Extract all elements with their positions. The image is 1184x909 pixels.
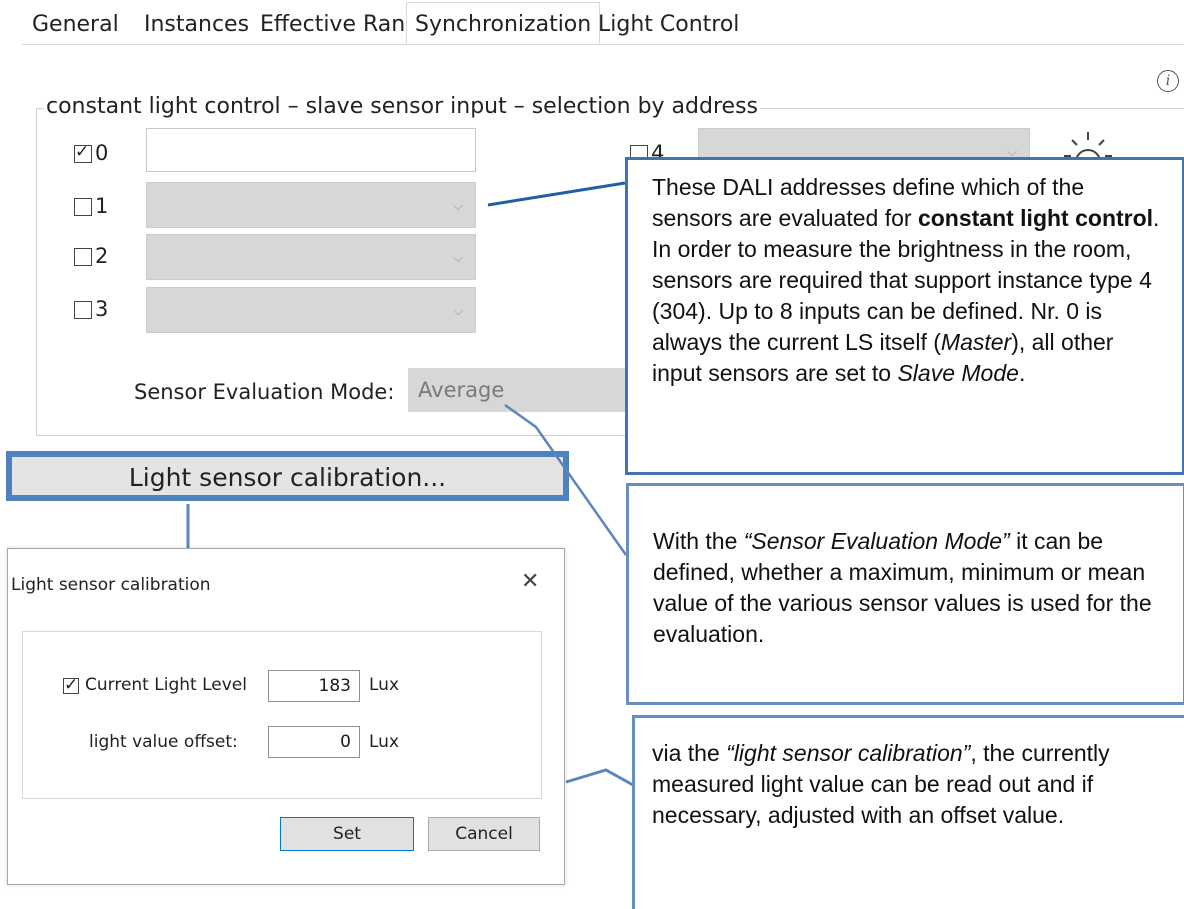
callout-dali-master: Master [940, 329, 1012, 355]
connector-dali [487, 181, 626, 207]
close-icon[interactable]: ✕ [521, 569, 539, 594]
callout-eval-italic: “Sensor Evaluation Mode” [743, 528, 1010, 554]
light-value-offset-label: light value offset: [89, 732, 238, 752]
connector-evaluation [504, 403, 628, 556]
callout-eval-text-1: With the [653, 528, 744, 554]
callout-cal-text-1: via the [652, 740, 727, 766]
cancel-button[interactable]: Cancel [428, 817, 540, 851]
connector-calibration [565, 768, 634, 787]
current-light-level-unit: Lux [369, 675, 400, 695]
dialog-content-panel: Current Light Level 183 Lux light value … [22, 631, 542, 799]
callout-dali-slave-mode: Slave Mode [897, 360, 1019, 386]
light-value-offset-unit: Lux [369, 732, 400, 752]
light-sensor-calibration-dialog: Light sensor calibration ✕ Current Light… [7, 548, 565, 885]
current-light-level-field[interactable]: 183 [268, 670, 360, 702]
current-light-level-checkbox[interactable] [63, 675, 79, 695]
dialog-title: Light sensor calibration [11, 575, 211, 595]
set-button[interactable]: Set [280, 817, 414, 851]
current-light-level-label: Current Light Level [85, 675, 247, 695]
callout-dali-addresses: These DALI addresses define which of the… [625, 157, 1184, 475]
callout-cal-italic: “light sensor calibration” [726, 740, 971, 766]
callout-evaluation-mode: With the “Sensor Evaluation Mode” it can… [626, 483, 1184, 705]
callout-dali-bold: constant light control [917, 205, 1154, 231]
callout-calibration: via the “light sensor calibration”, the … [632, 715, 1184, 909]
light-value-offset-field[interactable]: 0 [268, 726, 360, 758]
callout-dali-text-4: . [1018, 360, 1026, 386]
